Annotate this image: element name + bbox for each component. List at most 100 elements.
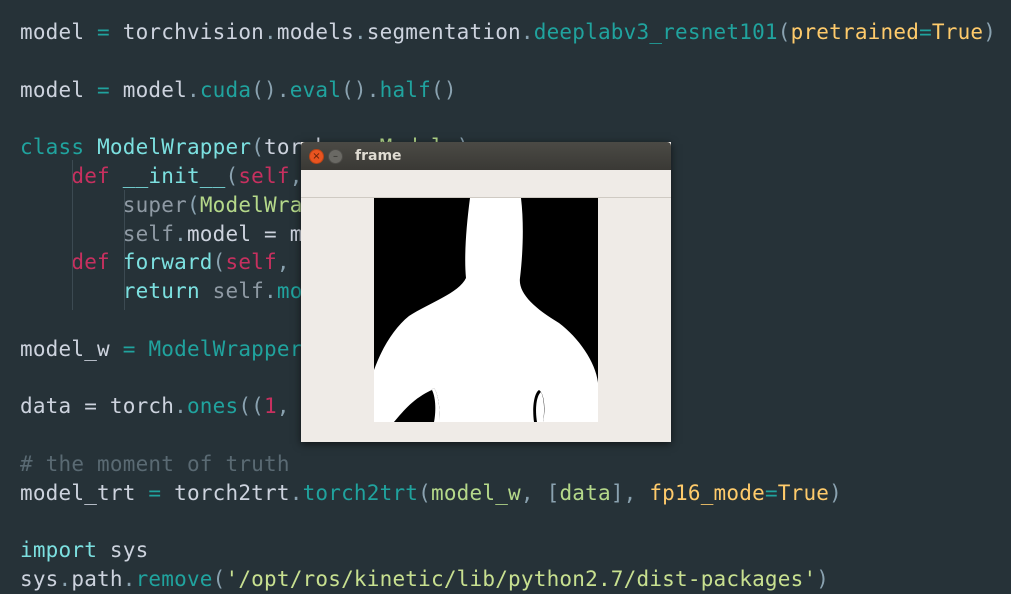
code-token: ( xyxy=(212,567,226,592)
code-token: . xyxy=(264,20,277,44)
code-token: ones xyxy=(186,394,239,419)
code-line: model_trt = torch2trt.torch2trt(model_w,… xyxy=(20,479,842,508)
code-token: import xyxy=(20,538,110,563)
code-token: = xyxy=(84,77,123,102)
code-token: 1 xyxy=(264,394,277,419)
code-token: = xyxy=(71,394,110,419)
code-token: __init__ xyxy=(122,164,226,188)
code-token: data xyxy=(20,394,72,419)
indent-guide xyxy=(124,190,125,310)
code-token: class xyxy=(20,135,98,160)
code-token: ( xyxy=(186,192,200,217)
code-token: model xyxy=(186,221,252,246)
indent-guide xyxy=(72,280,73,310)
code-token: torchvision xyxy=(122,20,265,44)
code-token: def xyxy=(71,164,123,188)
code-token: ModelWrapper xyxy=(97,135,252,160)
code-token: . xyxy=(122,567,136,592)
code-token: super xyxy=(122,192,187,217)
code-token: = xyxy=(251,221,290,246)
code-token: forward xyxy=(122,250,213,275)
code-token: . xyxy=(353,20,367,44)
code-token: True xyxy=(777,480,830,505)
code-token: ) xyxy=(829,480,842,505)
close-icon[interactable]: × xyxy=(309,149,324,164)
code-token: = xyxy=(135,480,175,505)
code-token: model_w xyxy=(431,480,521,505)
segmentation-mask-image xyxy=(374,198,598,422)
code-token: fp16_mode xyxy=(649,480,765,505)
code-token: , xyxy=(520,480,547,505)
person-mask xyxy=(374,198,598,422)
code-token: (). xyxy=(251,77,290,102)
code-token: (). xyxy=(341,77,380,102)
code-token: ( xyxy=(777,20,791,44)
code-token: model_trt xyxy=(20,480,136,505)
code-token: return xyxy=(122,279,213,304)
code-token: = xyxy=(764,480,778,505)
code-token: path xyxy=(71,567,123,592)
code-token: self xyxy=(212,279,265,304)
code-token: model_w xyxy=(20,336,110,361)
frame-window[interactable]: × – frame xyxy=(301,142,671,442)
code-token: . xyxy=(174,394,187,419)
code-token: [ xyxy=(546,480,560,505)
code-token: '/opt/ros/kinetic/lib/python2.7/dist-pac… xyxy=(225,567,817,592)
code-line: import sys xyxy=(20,536,148,565)
code-token: ) xyxy=(816,567,830,592)
window-titlebar[interactable]: × – frame xyxy=(301,142,671,170)
code-token: . xyxy=(186,77,200,102)
code-token: self xyxy=(122,221,175,246)
code-token: sys xyxy=(20,567,59,592)
code-token: model xyxy=(20,20,85,44)
code-token: torch xyxy=(109,394,175,419)
code-token: segmentation xyxy=(366,20,521,44)
code-token: ( xyxy=(225,164,239,188)
code-token: ModelWrapper xyxy=(148,336,303,361)
code-token: torch2trt xyxy=(302,480,419,505)
code-token: ] xyxy=(610,480,624,505)
minimize-icon[interactable]: – xyxy=(328,149,343,164)
code-token: remove xyxy=(135,567,213,592)
code-token: . xyxy=(174,221,187,246)
code-token: self xyxy=(238,164,290,188)
code-token: models xyxy=(276,20,354,44)
code-token: model xyxy=(122,77,187,102)
code-token: model xyxy=(20,77,85,102)
code-token: , xyxy=(623,480,650,505)
code-token: . xyxy=(520,20,534,44)
code-token: . xyxy=(58,567,72,592)
code-token: cuda xyxy=(199,77,252,102)
code-token: True xyxy=(931,20,984,44)
code-token: pretrained xyxy=(790,20,920,44)
code-token: ( xyxy=(212,250,226,275)
code-token: half xyxy=(379,77,431,102)
code-line: sys.path.remove('/opt/ros/kinetic/lib/py… xyxy=(20,565,829,594)
code-token: ( xyxy=(418,480,431,505)
code-line: def forward(self, x): xyxy=(20,248,341,277)
code-token: eval xyxy=(289,77,342,102)
code-token: = xyxy=(84,20,123,44)
code-token: = xyxy=(919,20,932,44)
code-token: = xyxy=(109,336,149,361)
code-token: . xyxy=(264,279,277,304)
code-token: (( xyxy=(238,394,265,419)
code-token: def xyxy=(71,250,123,275)
code-token: # the moment of truth xyxy=(20,452,290,476)
code-token: data xyxy=(559,480,611,505)
code-token: () xyxy=(431,77,457,102)
code-line: model = torchvision.models.segmentation.… xyxy=(20,18,996,47)
window-title: frame xyxy=(355,148,402,164)
code-line: model = model.cuda().eval().half() xyxy=(20,76,457,105)
code-token: . xyxy=(289,480,303,505)
window-toolbar xyxy=(301,170,671,198)
code-token: ( xyxy=(251,135,265,160)
code-line: # the moment of truth xyxy=(20,450,290,479)
code-token: torch2trt xyxy=(174,480,290,505)
code-token: ) xyxy=(983,20,997,44)
code-token: sys xyxy=(109,538,149,563)
code-token: self xyxy=(225,250,277,275)
code-token: deeplabv3_resnet101 xyxy=(533,20,778,44)
